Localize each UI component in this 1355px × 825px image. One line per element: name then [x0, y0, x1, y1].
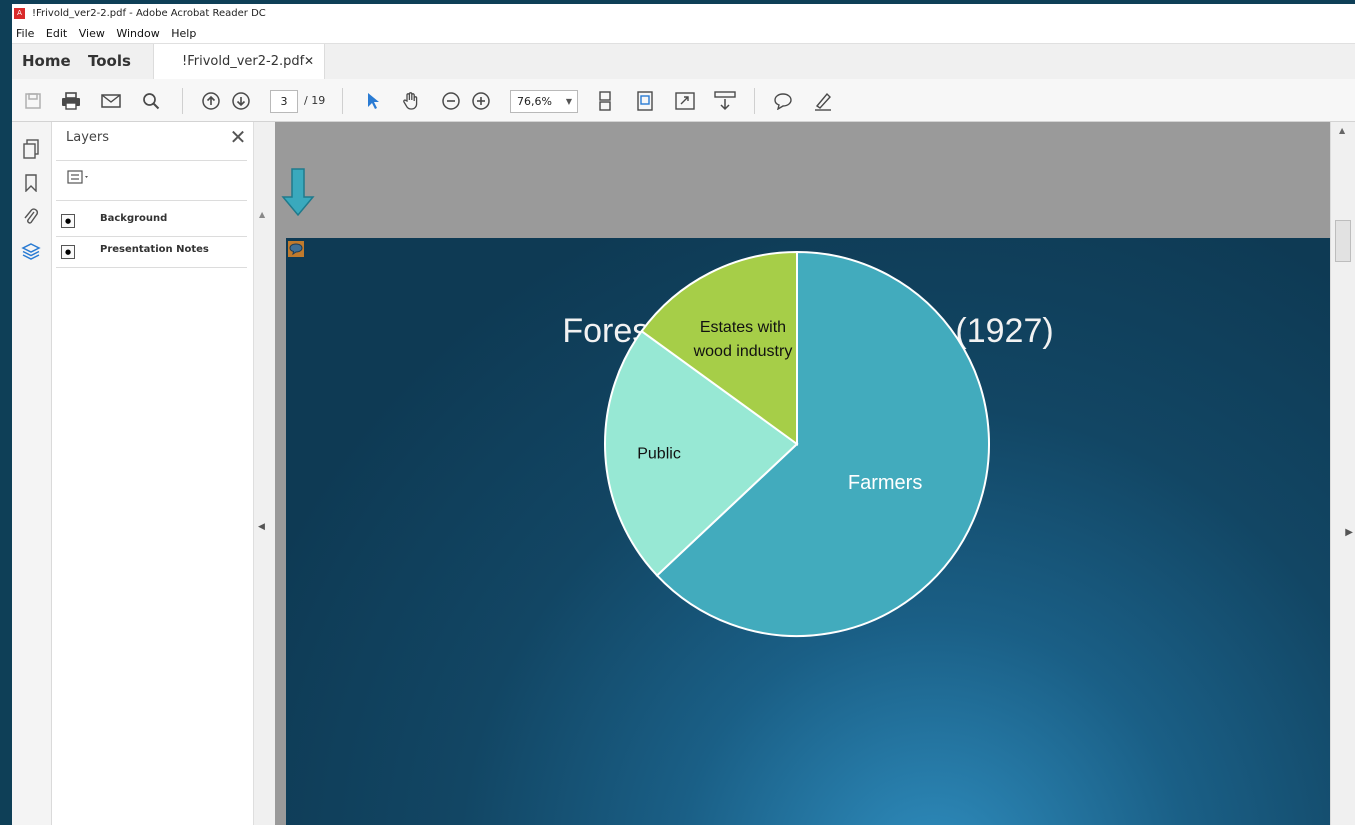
divider	[56, 160, 247, 161]
menu-file[interactable]: File	[16, 27, 34, 40]
bookmarks-icon[interactable]	[20, 172, 42, 194]
close-tab-icon[interactable]: ✕	[304, 44, 314, 79]
acrobat-window: A !Frivold_ver2-2.pdf - Adobe Acrobat Re…	[12, 4, 1355, 825]
acrobat-app-icon: A	[14, 8, 25, 19]
zoom-out-icon[interactable]	[440, 90, 462, 112]
menu-window[interactable]: Window	[116, 27, 159, 40]
page-indicator-arrow-icon	[281, 168, 315, 217]
menu-edit[interactable]: Edit	[46, 27, 67, 40]
save-icon[interactable]	[22, 90, 44, 112]
layer-item-presentation-notes[interactable]: ● Presentation Notes	[56, 237, 247, 268]
next-page-icon[interactable]	[230, 90, 252, 112]
toolbar-separator	[182, 88, 183, 114]
scroll-up-icon[interactable]: ▲	[259, 210, 265, 219]
page-thumbnails-icon[interactable]	[20, 138, 42, 160]
home-tab[interactable]: Home	[22, 44, 71, 79]
toolbar-separator	[754, 88, 755, 114]
left-navigation-rail	[12, 122, 52, 825]
layer-name: Background	[100, 213, 168, 224]
layers-panel-title: Layers	[66, 130, 110, 145]
toolbar-separator	[342, 88, 343, 114]
window-title: !Frivold_ver2-2.pdf - Adobe Acrobat Read…	[32, 8, 266, 19]
tools-tab[interactable]: Tools	[88, 44, 131, 79]
email-icon[interactable]	[100, 90, 122, 112]
toolbar: 3 / 19 76,6% ▼	[12, 79, 1355, 122]
zoom-value: 76,6%	[517, 95, 552, 108]
pie-chart: FarmersPublicEstates with wood industry	[604, 250, 990, 637]
rotate-page-icon[interactable]	[634, 90, 656, 112]
collapse-panel-icon[interactable]: ◀	[258, 522, 265, 532]
previous-page-icon[interactable]	[200, 90, 222, 112]
menu-help[interactable]: Help	[171, 27, 196, 40]
attachments-icon[interactable]	[20, 206, 42, 228]
title-bar: A !Frivold_ver2-2.pdf - Adobe Acrobat Re…	[12, 4, 1355, 24]
page-count: / 19	[304, 94, 326, 107]
layers-panel: Layers ✕ ● Background ● Presentation Not…	[52, 122, 253, 825]
full-screen-icon[interactable]	[674, 90, 696, 112]
scroll-mode-icon[interactable]	[714, 90, 736, 112]
page-number-input[interactable]: 3	[270, 90, 298, 113]
select-cursor-icon[interactable]	[362, 90, 384, 112]
chevron-down-icon: ▼	[565, 97, 572, 106]
eye-icon[interactable]: ●	[61, 214, 75, 228]
layers-icon[interactable]	[20, 240, 42, 262]
comment-icon[interactable]	[772, 90, 794, 112]
expand-right-pane-icon[interactable]: ▶	[1345, 527, 1353, 538]
menu-view[interactable]: View	[79, 27, 105, 40]
hand-tool-icon[interactable]	[400, 90, 422, 112]
nav-bar: Home Tools !Frivold_ver2-2.pdf ✕	[12, 43, 1355, 80]
layer-name: Presentation Notes	[100, 244, 209, 255]
search-icon[interactable]	[140, 90, 162, 112]
layers-scrollbar[interactable]: ▲ ◀	[253, 122, 276, 825]
fit-page-icon[interactable]	[594, 90, 616, 112]
zoom-dropdown[interactable]: 76,6% ▼	[510, 90, 578, 113]
slice-label: Farmers	[848, 472, 922, 494]
close-panel-icon[interactable]: ✕	[227, 126, 249, 148]
layer-item-background[interactable]: ● Background	[56, 206, 247, 237]
document-scrollbar[interactable]: ▲	[1330, 122, 1355, 825]
print-icon[interactable]	[60, 90, 82, 112]
scrollbar-thumb[interactable]	[1335, 220, 1351, 262]
document-tab[interactable]: !Frivold_ver2-2.pdf ✕	[153, 44, 325, 80]
eye-icon[interactable]: ●	[61, 245, 75, 259]
divider	[56, 200, 247, 201]
document-tab-label: !Frivold_ver2-2.pdf	[182, 54, 305, 69]
scroll-up-icon[interactable]: ▲	[1339, 126, 1345, 135]
slice-label: Public	[637, 445, 681, 462]
document-viewport: Forest area by ownership (1927) FarmersP…	[275, 122, 1330, 825]
layer-options-button[interactable]	[67, 170, 91, 188]
slide-page: Forest area by ownership (1927) FarmersP…	[286, 238, 1330, 825]
highlight-pen-icon[interactable]	[812, 90, 834, 112]
menu-bar: File Edit View Window Help	[12, 24, 1355, 43]
zoom-in-icon[interactable]	[470, 90, 492, 112]
